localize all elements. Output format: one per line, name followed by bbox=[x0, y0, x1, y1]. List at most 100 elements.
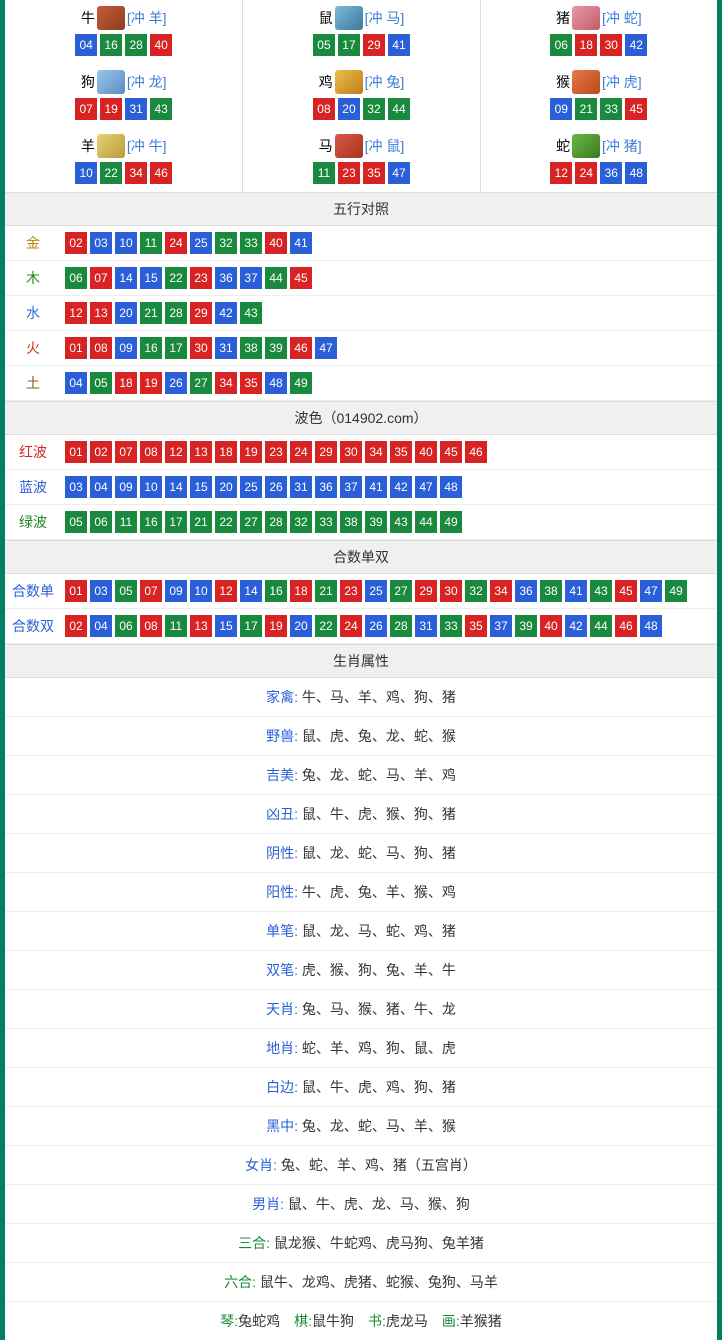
number-ball: 13 bbox=[190, 441, 212, 463]
number-ball: 30 bbox=[190, 337, 212, 359]
row-label: 土 bbox=[5, 373, 61, 393]
table-row: 木06071415222336374445 bbox=[5, 261, 717, 296]
attr-row: 黑中: 兔、龙、蛇、马、羊、猴 bbox=[5, 1107, 717, 1146]
zodiac-clash: [冲 羊] bbox=[127, 8, 167, 28]
number-ball: 22 bbox=[100, 162, 122, 184]
attr-key: 男肖: bbox=[252, 1196, 288, 1212]
number-ball: 11 bbox=[165, 615, 187, 637]
zodiac-icon bbox=[97, 6, 125, 30]
row-numbers: 05061116172122272832333839434449 bbox=[61, 511, 462, 533]
zodiac-name: 鸡 bbox=[319, 72, 333, 92]
zodiac-cell: 鼠[冲 马]05172941 bbox=[242, 0, 479, 64]
number-ball: 31 bbox=[290, 476, 312, 498]
attr-key: 地肖: bbox=[266, 1040, 302, 1056]
row-numbers: 0204060811131517192022242628313335373940… bbox=[61, 615, 662, 637]
zodiac-clash: [冲 马] bbox=[365, 8, 405, 28]
zodiac-name: 马 bbox=[319, 136, 333, 156]
number-ball: 15 bbox=[190, 476, 212, 498]
zodiac-cell: 蛇[冲 猪]12243648 bbox=[480, 128, 717, 192]
zodiac-name: 狗 bbox=[81, 72, 95, 92]
number-ball: 17 bbox=[165, 337, 187, 359]
number-ball: 33 bbox=[600, 98, 622, 120]
number-ball: 32 bbox=[363, 98, 385, 120]
attr-row: 单笔: 鼠、龙、马、蛇、鸡、猪 bbox=[5, 912, 717, 951]
zodiac-numbers: 04162840 bbox=[5, 34, 242, 56]
number-ball: 01 bbox=[65, 337, 87, 359]
zodiac-name: 蛇 bbox=[556, 136, 570, 156]
table-row: 蓝波03040910141520252631363741424748 bbox=[5, 470, 717, 505]
number-ball: 18 bbox=[290, 580, 312, 602]
attr-row: 凶丑: 鼠、牛、虎、猴、狗、猪 bbox=[5, 795, 717, 834]
zodiac-clash: [冲 兔] bbox=[365, 72, 405, 92]
number-ball: 09 bbox=[115, 337, 137, 359]
number-ball: 19 bbox=[100, 98, 122, 120]
number-ball: 37 bbox=[240, 267, 262, 289]
number-ball: 37 bbox=[340, 476, 362, 498]
number-ball: 46 bbox=[615, 615, 637, 637]
number-ball: 24 bbox=[290, 441, 312, 463]
row-label: 红波 bbox=[5, 442, 61, 462]
number-ball: 46 bbox=[465, 441, 487, 463]
number-ball: 08 bbox=[313, 98, 335, 120]
attr-key: 阴性: bbox=[266, 845, 302, 861]
number-ball: 19 bbox=[265, 615, 287, 637]
number-ball: 21 bbox=[315, 580, 337, 602]
zodiac-numbers: 11233547 bbox=[243, 162, 479, 184]
number-ball: 14 bbox=[165, 476, 187, 498]
attr-key: 家禽: bbox=[266, 689, 302, 705]
number-ball: 18 bbox=[115, 372, 137, 394]
number-ball: 27 bbox=[390, 580, 412, 602]
number-ball: 31 bbox=[415, 615, 437, 637]
zodiac-grid: 牛[冲 羊]04162840鼠[冲 马]05172941猪[冲 蛇]061830… bbox=[5, 0, 717, 192]
heshu-table: 合数单0103050709101214161821232527293032343… bbox=[5, 574, 717, 644]
number-ball: 48 bbox=[640, 615, 662, 637]
number-ball: 44 bbox=[265, 267, 287, 289]
number-ball: 19 bbox=[240, 441, 262, 463]
table-row: 合数单0103050709101214161821232527293032343… bbox=[5, 574, 717, 609]
number-ball: 40 bbox=[150, 34, 172, 56]
number-ball: 26 bbox=[265, 476, 287, 498]
number-ball: 28 bbox=[125, 34, 147, 56]
number-ball: 02 bbox=[65, 615, 87, 637]
attr-key: 单笔: bbox=[266, 923, 302, 939]
number-ball: 27 bbox=[190, 372, 212, 394]
number-ball: 31 bbox=[215, 337, 237, 359]
number-ball: 14 bbox=[115, 267, 137, 289]
number-ball: 04 bbox=[65, 372, 87, 394]
number-ball: 43 bbox=[240, 302, 262, 324]
wuxing-table: 金02031011242532334041木060714152223363744… bbox=[5, 226, 717, 401]
bose-table: 红波0102070812131819232429303435404546蓝波03… bbox=[5, 435, 717, 540]
attr-row: 女肖: 兔、蛇、羊、鸡、猪（五宫肖） bbox=[5, 1146, 717, 1185]
number-ball: 06 bbox=[550, 34, 572, 56]
number-ball: 06 bbox=[90, 511, 112, 533]
number-ball: 07 bbox=[90, 267, 112, 289]
zodiac-cell: 猪[冲 蛇]06183042 bbox=[480, 0, 717, 64]
number-ball: 10 bbox=[140, 476, 162, 498]
table-row: 火0108091617303138394647 bbox=[5, 331, 717, 366]
row-numbers: 1213202128294243 bbox=[61, 302, 262, 324]
number-ball: 26 bbox=[365, 615, 387, 637]
number-ball: 17 bbox=[240, 615, 262, 637]
zodiac-icon bbox=[572, 70, 600, 94]
number-ball: 38 bbox=[540, 580, 562, 602]
attrs-list: 家禽: 牛、马、羊、鸡、狗、猪野兽: 鼠、虎、兔、龙、蛇、猴吉美: 兔、龙、蛇、… bbox=[5, 678, 717, 1302]
number-ball: 21 bbox=[575, 98, 597, 120]
row-label: 合数双 bbox=[5, 616, 61, 636]
number-ball: 34 bbox=[365, 441, 387, 463]
zodiac-icon bbox=[335, 6, 363, 30]
number-ball: 43 bbox=[150, 98, 172, 120]
attr-value: 鼠龙猴、牛蛇鸡、虎马狗、兔羊猪 bbox=[274, 1235, 484, 1251]
number-ball: 36 bbox=[515, 580, 537, 602]
row-numbers: 02031011242532334041 bbox=[61, 232, 312, 254]
number-ball: 24 bbox=[165, 232, 187, 254]
attr-value: 鼠、牛、虎、鸡、狗、猪 bbox=[302, 1079, 456, 1095]
number-ball: 42 bbox=[625, 34, 647, 56]
number-ball: 07 bbox=[140, 580, 162, 602]
number-ball: 12 bbox=[550, 162, 572, 184]
attr-row: 吉美: 兔、龙、蛇、马、羊、鸡 bbox=[5, 756, 717, 795]
row-label: 合数单 bbox=[5, 581, 61, 601]
zodiac-icon bbox=[97, 134, 125, 158]
zodiac-numbers: 08203244 bbox=[243, 98, 479, 120]
attr-value: 鼠、牛、虎、龙、马、猴、狗 bbox=[288, 1196, 470, 1212]
attr-key: 三合: bbox=[238, 1235, 274, 1251]
